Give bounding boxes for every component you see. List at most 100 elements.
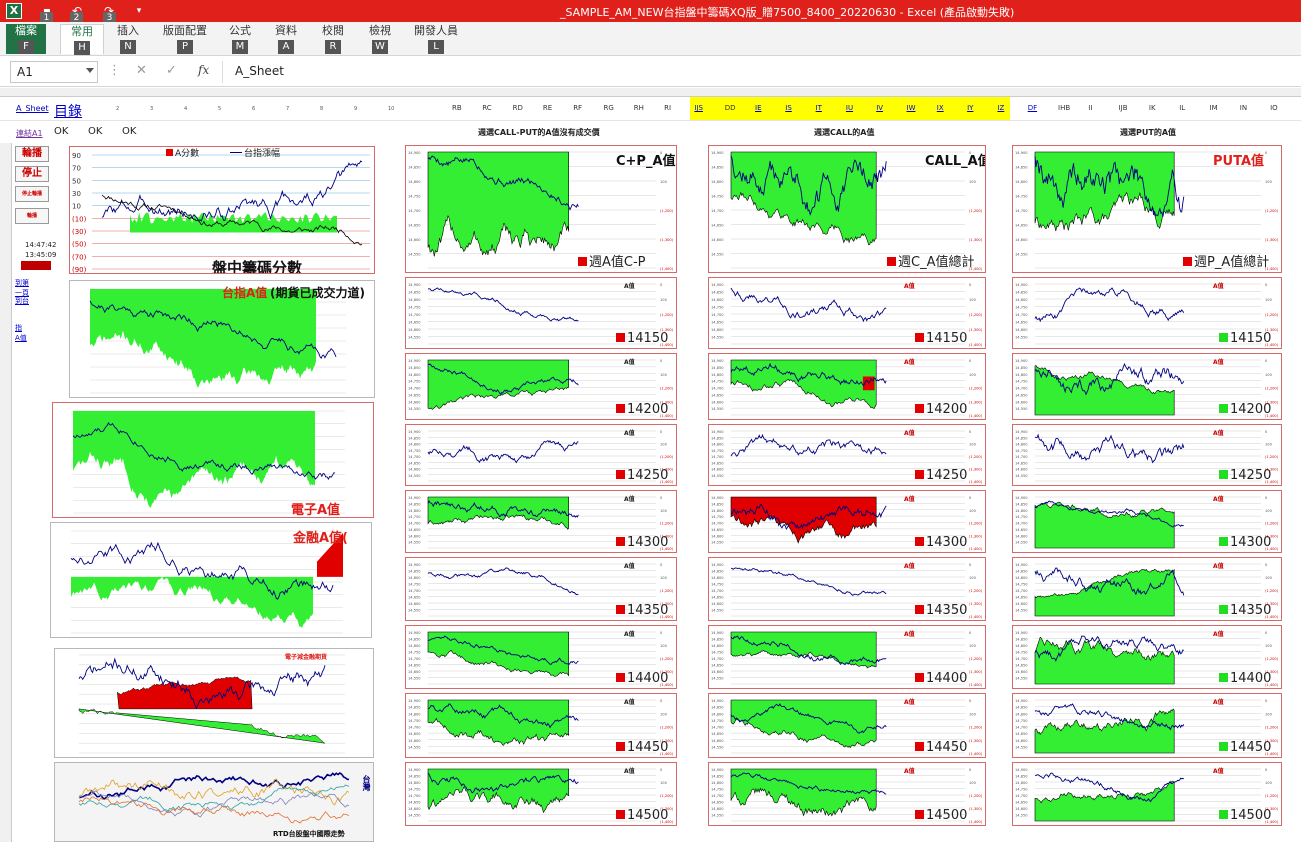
stop-rotate-button[interactable]: 停止輪播 xyxy=(15,186,49,202)
header-cell[interactable]: IJB xyxy=(1119,104,1128,112)
tab-developer[interactable]: 開發人員 L xyxy=(410,24,462,54)
header-cell[interactable]: RI xyxy=(664,104,671,112)
chip-score-chart[interactable]: 90 70 50 30 10 (10) (30) (50) (70) (90) A分數 台指漲幅 … xyxy=(69,146,375,274)
taizhi-a-chart[interactable]: 台指A值 (期貨已成交力道) xyxy=(69,280,375,398)
header-cell[interactable]: IZ xyxy=(997,104,1004,112)
header-cell[interactable]: DD xyxy=(725,104,736,112)
header-cell[interactable]: DF xyxy=(1028,104,1037,112)
put-strike-chart[interactable]: 14,900 14,850 14,800 14,750 14,700 14,650 14,6… xyxy=(1012,424,1282,486)
cp-strike-chart[interactable]: 14,900 14,850 14,800 14,750 14,700 14,650 14,6… xyxy=(405,353,677,420)
header-cell[interactable]: IK xyxy=(1149,104,1156,112)
header-cell[interactable]: II xyxy=(1088,104,1092,112)
put-strike-chart[interactable]: 14,900 14,850 14,800 14,750 14,700 14,650 14,6… xyxy=(1012,693,1282,758)
cp-strike-chart[interactable]: 14,900 14,850 14,800 14,750 14,700 14,650 14,6… xyxy=(405,490,677,553)
header-cell[interactable]: RC xyxy=(482,104,491,112)
call-strike-chart[interactable]: 14,900 14,850 14,800 14,750 14,700 14,650 14,6… xyxy=(708,625,986,689)
cp-strike-chart[interactable]: 14,900 14,850 14,800 14,750 14,700 14,650 14,6… xyxy=(405,557,677,621)
put-strike-chart[interactable]: 14,900 14,850 14,800 14,750 14,700 14,650 14,6… xyxy=(1012,353,1282,420)
header-cell[interactable]: IS xyxy=(785,104,792,112)
nav-link-4[interactable]: 指 xyxy=(15,323,22,333)
put-strike-chart[interactable]: 14,900 14,850 14,800 14,750 14,700 14,650 14,6… xyxy=(1012,625,1282,689)
cp-strike-chart[interactable]: 14,900 14,850 14,800 14,750 14,700 14,650 14,6… xyxy=(405,424,677,486)
call-strike-chart[interactable]: 14,900 14,850 14,800 14,750 14,700 14,650 14,6… xyxy=(708,353,986,420)
header-cell[interactable]: IU xyxy=(846,104,853,112)
tab-home[interactable]: 常用 H xyxy=(60,24,104,55)
tab-page-layout[interactable]: 版面配置 P xyxy=(160,24,210,54)
tab-view[interactable]: 檢視 W xyxy=(362,24,398,54)
tab-file[interactable]: 檔案 F xyxy=(6,24,46,54)
time-1: 14:47:42 xyxy=(25,241,57,249)
cp-strike-chart[interactable]: 14,900 14,850 14,800 14,750 14,700 14,650 14,6… xyxy=(405,762,677,826)
cp-strike-chart[interactable]: 14,900 14,850 14,800 14,750 14,700 14,650 14,6… xyxy=(405,625,677,689)
put-strike-chart[interactable]: 14,900 14,850 14,800 14,750 14,700 14,650 14,6… xyxy=(1012,490,1282,553)
header-cell[interactable]: RB xyxy=(452,104,462,112)
customize-qat-icon[interactable]: ▾ xyxy=(130,4,148,18)
call-strike-chart[interactable]: 14,900 14,850 14,800 14,750 14,700 14,650 14,6… xyxy=(708,424,986,486)
cp-strike-chart[interactable]: 14,900 14,850 14,800 14,750 14,700 14,650 14,6… xyxy=(405,277,677,349)
call-strike-chart[interactable]: 14,900 14,850 14,800 14,750 14,700 14,650 14,6… xyxy=(708,762,986,826)
header-cell[interactable]: IT xyxy=(816,104,822,112)
header-cell[interactable]: IY xyxy=(967,104,973,112)
play-button[interactable]: 輪播 xyxy=(15,146,49,162)
window-title: _SAMPLE_AM_NEW台指盤中籌碼XQ版_贈7500_8400_20220… xyxy=(560,6,1015,19)
rotate-button[interactable]: 輪播 xyxy=(15,208,49,224)
tab-review[interactable]: 校閱 R xyxy=(315,24,351,54)
elec-minus-fin-chart[interactable]: 電子減金融期貨 xyxy=(54,648,374,758)
put-strike-chart[interactable]: 14,900 14,850 14,800 14,750 14,700 14,650 14,6… xyxy=(1012,762,1282,826)
call-strike-chart[interactable]: 14,900 14,850 14,800 14,750 14,700 14,650 14,6… xyxy=(708,490,986,553)
call-strike-chart[interactable]: 14,900 14,850 14,800 14,750 14,700 14,650 14,6… xyxy=(708,277,986,349)
cancel-icon[interactable]: ✕ xyxy=(136,63,147,78)
header-cell[interactable]: IHB xyxy=(1058,104,1070,112)
nav-link-3[interactable]: 到台 xyxy=(15,296,29,306)
header-cell[interactable]: RH xyxy=(634,104,644,112)
header-cell[interactable]: IJS xyxy=(694,104,703,112)
stop-button[interactable]: 停止 xyxy=(15,166,49,182)
cp-strike-chart[interactable]: 14,900 14,850 14,800 14,750 14,700 14,650 14,6… xyxy=(405,693,677,758)
chevron-down-icon[interactable] xyxy=(86,68,94,73)
header-cell[interactable]: IW xyxy=(907,104,916,112)
header-cell[interactable]: IO xyxy=(1270,104,1278,112)
axis-tick: 14,700 xyxy=(1015,313,1028,317)
nav-link-5[interactable]: A值 xyxy=(15,333,27,343)
header-cell[interactable]: RD xyxy=(513,104,523,112)
axis-tick: 0 xyxy=(660,359,663,363)
formula-input[interactable]: A_Sheet xyxy=(222,61,1297,83)
header-cell[interactable]: IE xyxy=(755,104,762,112)
put-strike-chart[interactable]: 14,900 14,850 14,800 14,750 14,700 14,650 14,6… xyxy=(1012,557,1282,621)
sheet-link[interactable]: A_Sheet xyxy=(16,104,49,113)
header-cell[interactable]: IL xyxy=(1179,104,1185,112)
axis-tick: (1,300) xyxy=(969,534,983,538)
link-a1[interactable]: 連結A1 xyxy=(16,128,43,139)
tab-data[interactable]: 資料 A xyxy=(268,24,304,54)
enter-icon[interactable]: ✓ xyxy=(166,63,177,78)
axis-tick: 0 xyxy=(969,496,972,500)
tab-formulas[interactable]: 公式 M xyxy=(222,24,258,54)
put-strike-chart[interactable]: 14,900 14,850 14,800 14,750 14,700 14,650 14,6… xyxy=(1012,277,1282,349)
y-tick: 30 xyxy=(72,190,81,198)
electronics-a-chart[interactable]: 電子A值 xyxy=(52,402,374,518)
rtd-international-chart[interactable]: 台灣 RTD台股盤中國際走勢 xyxy=(54,762,374,842)
name-box[interactable]: A1 xyxy=(10,61,98,83)
header-cell[interactable]: IX xyxy=(937,104,944,112)
header-cell[interactable]: RE xyxy=(543,104,552,112)
header-cell[interactable]: RF xyxy=(573,104,582,112)
header-cell[interactable]: IN xyxy=(1240,104,1247,112)
header-cell[interactable]: RG xyxy=(604,104,614,112)
axis-tick: 14,600 xyxy=(1015,534,1028,538)
finance-a-chart[interactable]: 金融A值( xyxy=(50,522,372,638)
a-value-label: A值 xyxy=(1213,283,1224,290)
header-cell[interactable]: IV xyxy=(876,104,883,112)
cp-total-chart[interactable]: 14,900 14,850 14,800 14,750 14,700 14,650 14,6… xyxy=(405,145,677,273)
axis-tick: 14,650 xyxy=(711,393,724,397)
tab-insert[interactable]: 插入 N xyxy=(110,24,146,54)
call-strike-chart[interactable]: 14,900 14,850 14,800 14,750 14,700 14,650 14,6… xyxy=(708,557,986,621)
axis-tick: 14,700 xyxy=(408,313,421,317)
insert-function-icon[interactable]: fx xyxy=(198,63,209,77)
call-strike-chart[interactable]: 14,900 14,850 14,800 14,750 14,700 14,650 14,6… xyxy=(708,693,986,758)
put-total-chart[interactable]: 14,900 14,850 14,800 14,750 14,700 14,650 14,6… xyxy=(1012,145,1282,273)
header-cell[interactable]: IM xyxy=(1210,104,1218,112)
nav-link-1[interactable]: 到第 xyxy=(15,278,29,288)
axis-tick: 0 xyxy=(1265,768,1268,772)
toc-link[interactable]: 目錄 xyxy=(54,101,82,121)
call-total-chart[interactable]: 14,900 14,850 14,800 14,750 14,700 14,650 14,6… xyxy=(708,145,986,273)
